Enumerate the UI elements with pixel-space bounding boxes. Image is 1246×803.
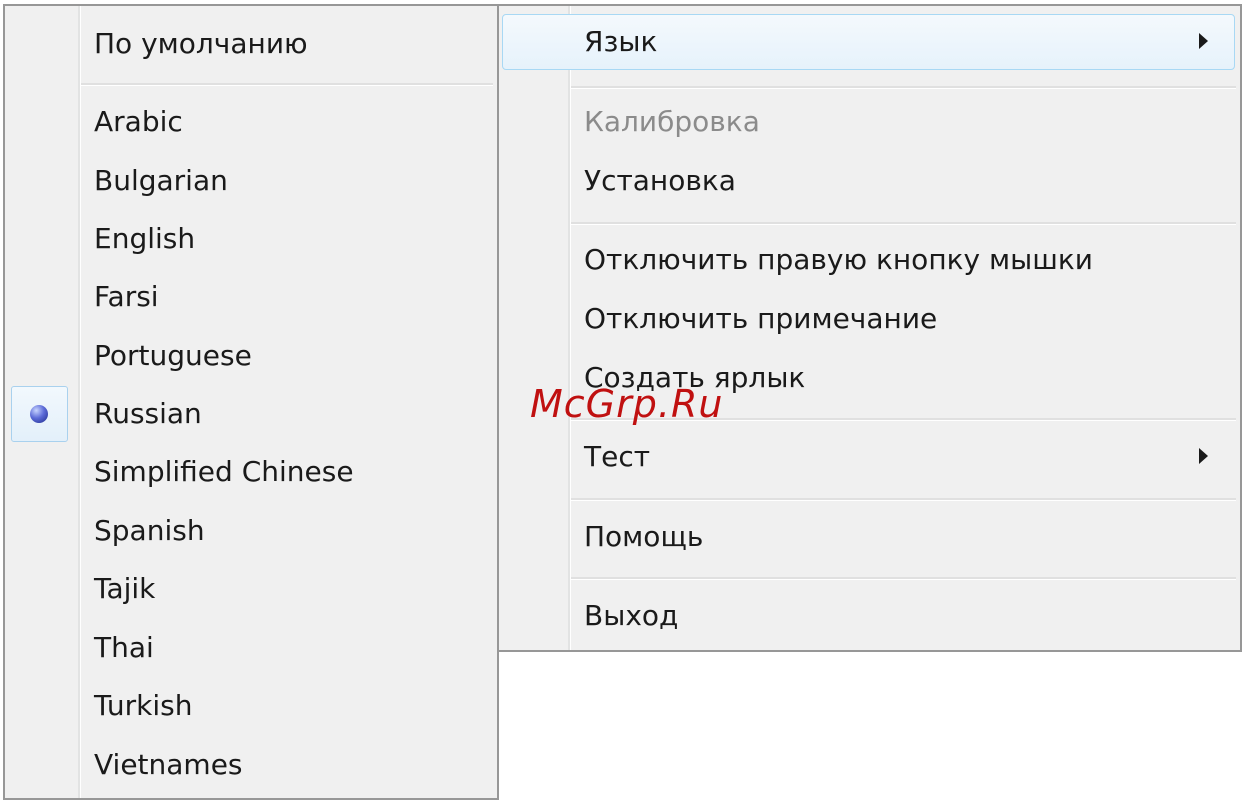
menu-item-label: Помощь bbox=[584, 520, 704, 553]
menu-separator bbox=[571, 577, 1236, 580]
menu-gutter-divider bbox=[78, 6, 81, 798]
menu-item-label: Тест bbox=[584, 440, 651, 473]
language-label: Spanish bbox=[94, 514, 205, 547]
menu-separator bbox=[571, 498, 1236, 501]
language-label: Simplified Chinese bbox=[94, 455, 354, 488]
language-label: Vietnames bbox=[94, 748, 243, 781]
menu-separator bbox=[571, 222, 1236, 225]
language-label: English bbox=[94, 222, 196, 255]
menu-separator bbox=[81, 83, 493, 86]
chevron-right-icon bbox=[1199, 448, 1208, 464]
watermark-text: McGrp.Ru bbox=[530, 382, 724, 426]
language-label: Turkish bbox=[94, 689, 193, 722]
menu-item-test[interactable]: Тест bbox=[499, 443, 1240, 483]
menu-item-label: Установка bbox=[584, 164, 736, 197]
context-menu: Язык Калибровка Установка Отключить прав… bbox=[497, 4, 1242, 652]
language-label: Thai bbox=[94, 631, 154, 664]
menu-item-label: Отключить правую кнопку мышки bbox=[584, 243, 1093, 276]
menu-separator bbox=[571, 86, 1236, 89]
language-label: Farsi bbox=[94, 280, 159, 313]
language-label: По умолчанию bbox=[94, 27, 308, 60]
language-label: Arabic bbox=[94, 105, 183, 138]
menu-item-language[interactable]: Язык bbox=[499, 28, 1240, 68]
language-label: Portuguese bbox=[94, 339, 252, 372]
menu-gutter-divider bbox=[568, 6, 571, 650]
language-submenu: По умолчанию Arabic Bulgarian English Fa… bbox=[3, 4, 499, 800]
language-label: Russian bbox=[94, 397, 202, 430]
menu-item-label: Калибровка bbox=[584, 105, 760, 138]
language-label: Bulgarian bbox=[94, 164, 228, 197]
chevron-right-icon bbox=[1199, 33, 1208, 49]
radio-selected-icon bbox=[30, 405, 48, 423]
menu-item-label: Отключить примечание bbox=[584, 302, 938, 335]
language-label: Tajik bbox=[94, 572, 156, 605]
radio-check-box bbox=[11, 386, 68, 442]
menu-item-label: Выход bbox=[584, 599, 679, 632]
menu-item-label: Язык bbox=[584, 25, 658, 58]
